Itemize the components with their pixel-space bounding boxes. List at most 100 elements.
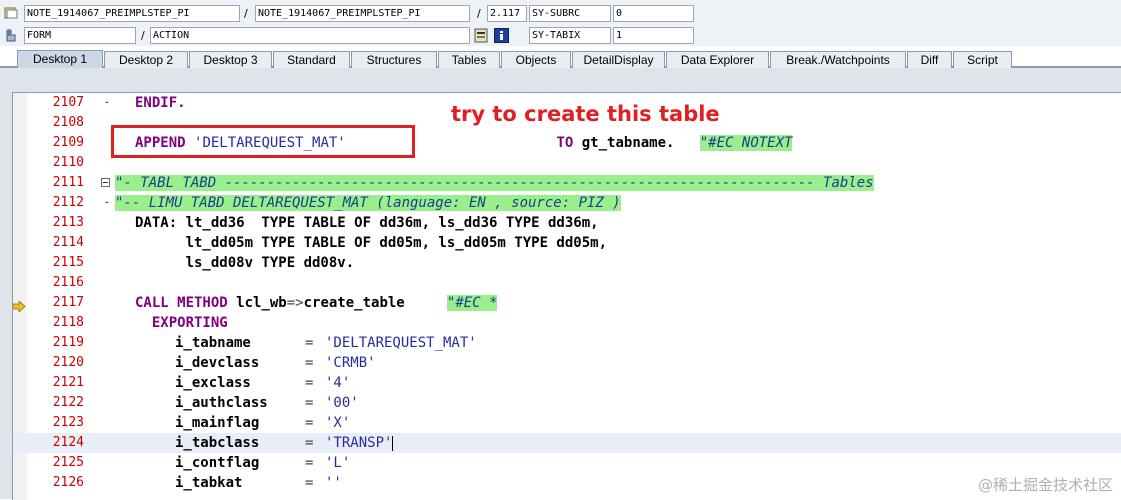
code-text: ls_dd08v TYPE dd08v.: [135, 255, 355, 271]
code-line[interactable]: 2112 - "-- LIMU TABD DELTAREQUEST_MAT (l…: [13, 193, 1121, 213]
highlight-box: [111, 125, 415, 158]
code-text: DATA: lt_dd36 TYPE TABLE OF dd36m, ls_dd…: [135, 215, 599, 231]
tab-diff[interactable]: Diff: [907, 51, 952, 68]
param-name: i_devclass: [175, 355, 260, 371]
code-comment: "- TABL TABD ---------------------------…: [115, 175, 874, 191]
line-number: 2119: [52, 335, 84, 350]
line-number: 2124: [52, 435, 84, 450]
assign-operator: =: [305, 475, 314, 491]
line-number: 2108: [52, 115, 84, 130]
param-value: 'X': [325, 415, 351, 431]
event-type-field[interactable]: FORM: [24, 27, 136, 44]
line-number: 2110: [52, 155, 84, 170]
param-name: i_authclass: [175, 395, 268, 411]
line-number: 2111: [52, 175, 84, 190]
line-number: 2116: [52, 275, 84, 290]
param-value: 'TRANSP': [325, 435, 394, 451]
param-value: '': [325, 475, 342, 491]
assign-operator: =: [305, 375, 314, 391]
sy-subrc-name-field[interactable]: SY-SUBRC: [529, 5, 611, 22]
sy-subrc-value-field[interactable]: 0: [613, 5, 694, 22]
block-marker: -: [103, 195, 111, 210]
code-line[interactable]: 2114 lt_dd05m TYPE TABLE OF dd05m, ls_dd…: [13, 233, 1121, 253]
param-name: i_exclass: [175, 375, 251, 391]
code-line[interactable]: 2120 i_devclass = 'CRMB': [13, 353, 1121, 373]
include-name-field[interactable]: NOTE_1914067_PREIMPLSTEP_PI: [255, 5, 470, 22]
assign-operator: =: [305, 395, 314, 411]
tab-tables[interactable]: Tables: [438, 51, 500, 68]
tab-detail-display[interactable]: DetailDisplay: [572, 51, 665, 68]
block-marker: -: [103, 95, 111, 110]
code-line[interactable]: 2116: [13, 273, 1121, 293]
code-line[interactable]: 2121 i_exclass = '4': [13, 373, 1121, 393]
tab-break-watchpoints[interactable]: Break./Watchpoints: [770, 51, 906, 68]
separator-slash: /: [141, 29, 145, 42]
assign-operator: =: [305, 455, 314, 471]
line-number-field[interactable]: 2.117: [487, 5, 527, 22]
sy-tabix-value-field[interactable]: 1: [613, 27, 694, 44]
info-icon[interactable]: [494, 28, 509, 43]
fold-toggle-icon[interactable]: [101, 178, 110, 187]
code-text: EXPORTING: [135, 315, 228, 331]
tab-structures[interactable]: Structures: [351, 51, 437, 68]
assign-operator: =: [305, 355, 314, 371]
code-line[interactable]: 2118 EXPORTING: [13, 313, 1121, 333]
tab-desktop-2[interactable]: Desktop 2: [104, 51, 188, 68]
param-name: i_tabkat: [175, 475, 243, 491]
code-line[interactable]: 2122 i_authclass = '00': [13, 393, 1121, 413]
source-panel: 2107 - ENDIF. 2108 2109 APPEND 'DELTAREQ…: [0, 68, 1121, 500]
line-number: 2120: [52, 355, 84, 370]
code-line[interactable]: 2115 ls_dd08v TYPE dd08v.: [13, 253, 1121, 273]
annotation-text: try to create this table: [451, 102, 720, 126]
param-name: i_tabclass: [175, 435, 260, 451]
program-name-field[interactable]: NOTE_1914067_PREIMPLSTEP_PI: [24, 5, 240, 22]
separator-slash: /: [477, 7, 481, 20]
line-number: 2125: [52, 455, 84, 470]
line-number: 2115: [52, 255, 84, 270]
program-icon: [4, 4, 18, 19]
param-value: '4': [325, 375, 351, 391]
line-number: 2112: [52, 195, 84, 210]
code-line-current[interactable]: 2117 CALL METHOD lcl_wb=>create_table "#…: [13, 293, 1121, 313]
event-icon: [4, 27, 18, 42]
watermark: @稀土掘金技术社区: [977, 476, 1113, 494]
tab-data-explorer[interactable]: Data Explorer: [666, 51, 769, 68]
code-text: CALL METHOD lcl_wb=>create_table "#EC *: [135, 295, 498, 311]
code-line[interactable]: 2113 DATA: lt_dd36 TYPE TABLE OF dd36m, …: [13, 213, 1121, 233]
assign-operator: =: [305, 415, 314, 431]
line-number: 2123: [52, 415, 84, 430]
desktop-tabs: Desktop 1 Desktop 2 Desktop 3 Standard S…: [0, 46, 1121, 68]
tab-desktop-1[interactable]: Desktop 1: [17, 50, 103, 68]
code-line[interactable]: 2119 i_tabname = 'DELTAREQUEST_MAT': [13, 333, 1121, 353]
param-value: '00': [325, 395, 359, 411]
code-line[interactable]: 2123 i_mainflag = 'X': [13, 413, 1121, 433]
code-line[interactable]: 2126 i_tabkat = '': [13, 473, 1121, 493]
line-number: 2117: [52, 295, 84, 310]
event-name-field[interactable]: ACTION: [150, 27, 470, 44]
source-code-editor[interactable]: 2107 - ENDIF. 2108 2109 APPEND 'DELTAREQ…: [12, 92, 1121, 500]
assign-operator: =: [305, 435, 314, 451]
code-line-cursor[interactable]: 2124 i_tabclass = 'TRANSP': [13, 433, 1121, 453]
tab-standard[interactable]: Standard: [273, 51, 350, 68]
document-icon[interactable]: [474, 28, 489, 43]
param-name: i_tabname: [175, 335, 251, 351]
param-value: 'L': [325, 455, 351, 471]
text-cursor: [392, 435, 394, 451]
code-text: lt_dd05m TYPE TABLE OF dd05m, ls_dd05m T…: [135, 235, 608, 251]
line-number: 2113: [52, 215, 84, 230]
code-line[interactable]: 2111 "- TABL TABD ----------------------…: [13, 173, 1121, 193]
line-number: 2107: [52, 95, 84, 110]
tab-objects[interactable]: Objects: [501, 51, 571, 68]
line-number: 2121: [52, 375, 84, 390]
line-number: 2114: [52, 235, 84, 250]
debugger-header: NOTE_1914067_PREIMPLSTEP_PI / NOTE_19140…: [0, 0, 1121, 46]
code-text: ENDIF.: [135, 95, 186, 111]
sy-tabix-name-field[interactable]: SY-TABIX: [529, 27, 611, 44]
line-number: 2109: [52, 135, 84, 150]
code-line[interactable]: 2125 i_contflag = 'L': [13, 453, 1121, 473]
tab-script[interactable]: Script: [953, 51, 1012, 68]
param-name: i_mainflag: [175, 415, 260, 431]
assign-operator: =: [305, 335, 314, 351]
line-number: 2118: [52, 315, 84, 330]
tab-desktop-3[interactable]: Desktop 3: [189, 51, 272, 68]
